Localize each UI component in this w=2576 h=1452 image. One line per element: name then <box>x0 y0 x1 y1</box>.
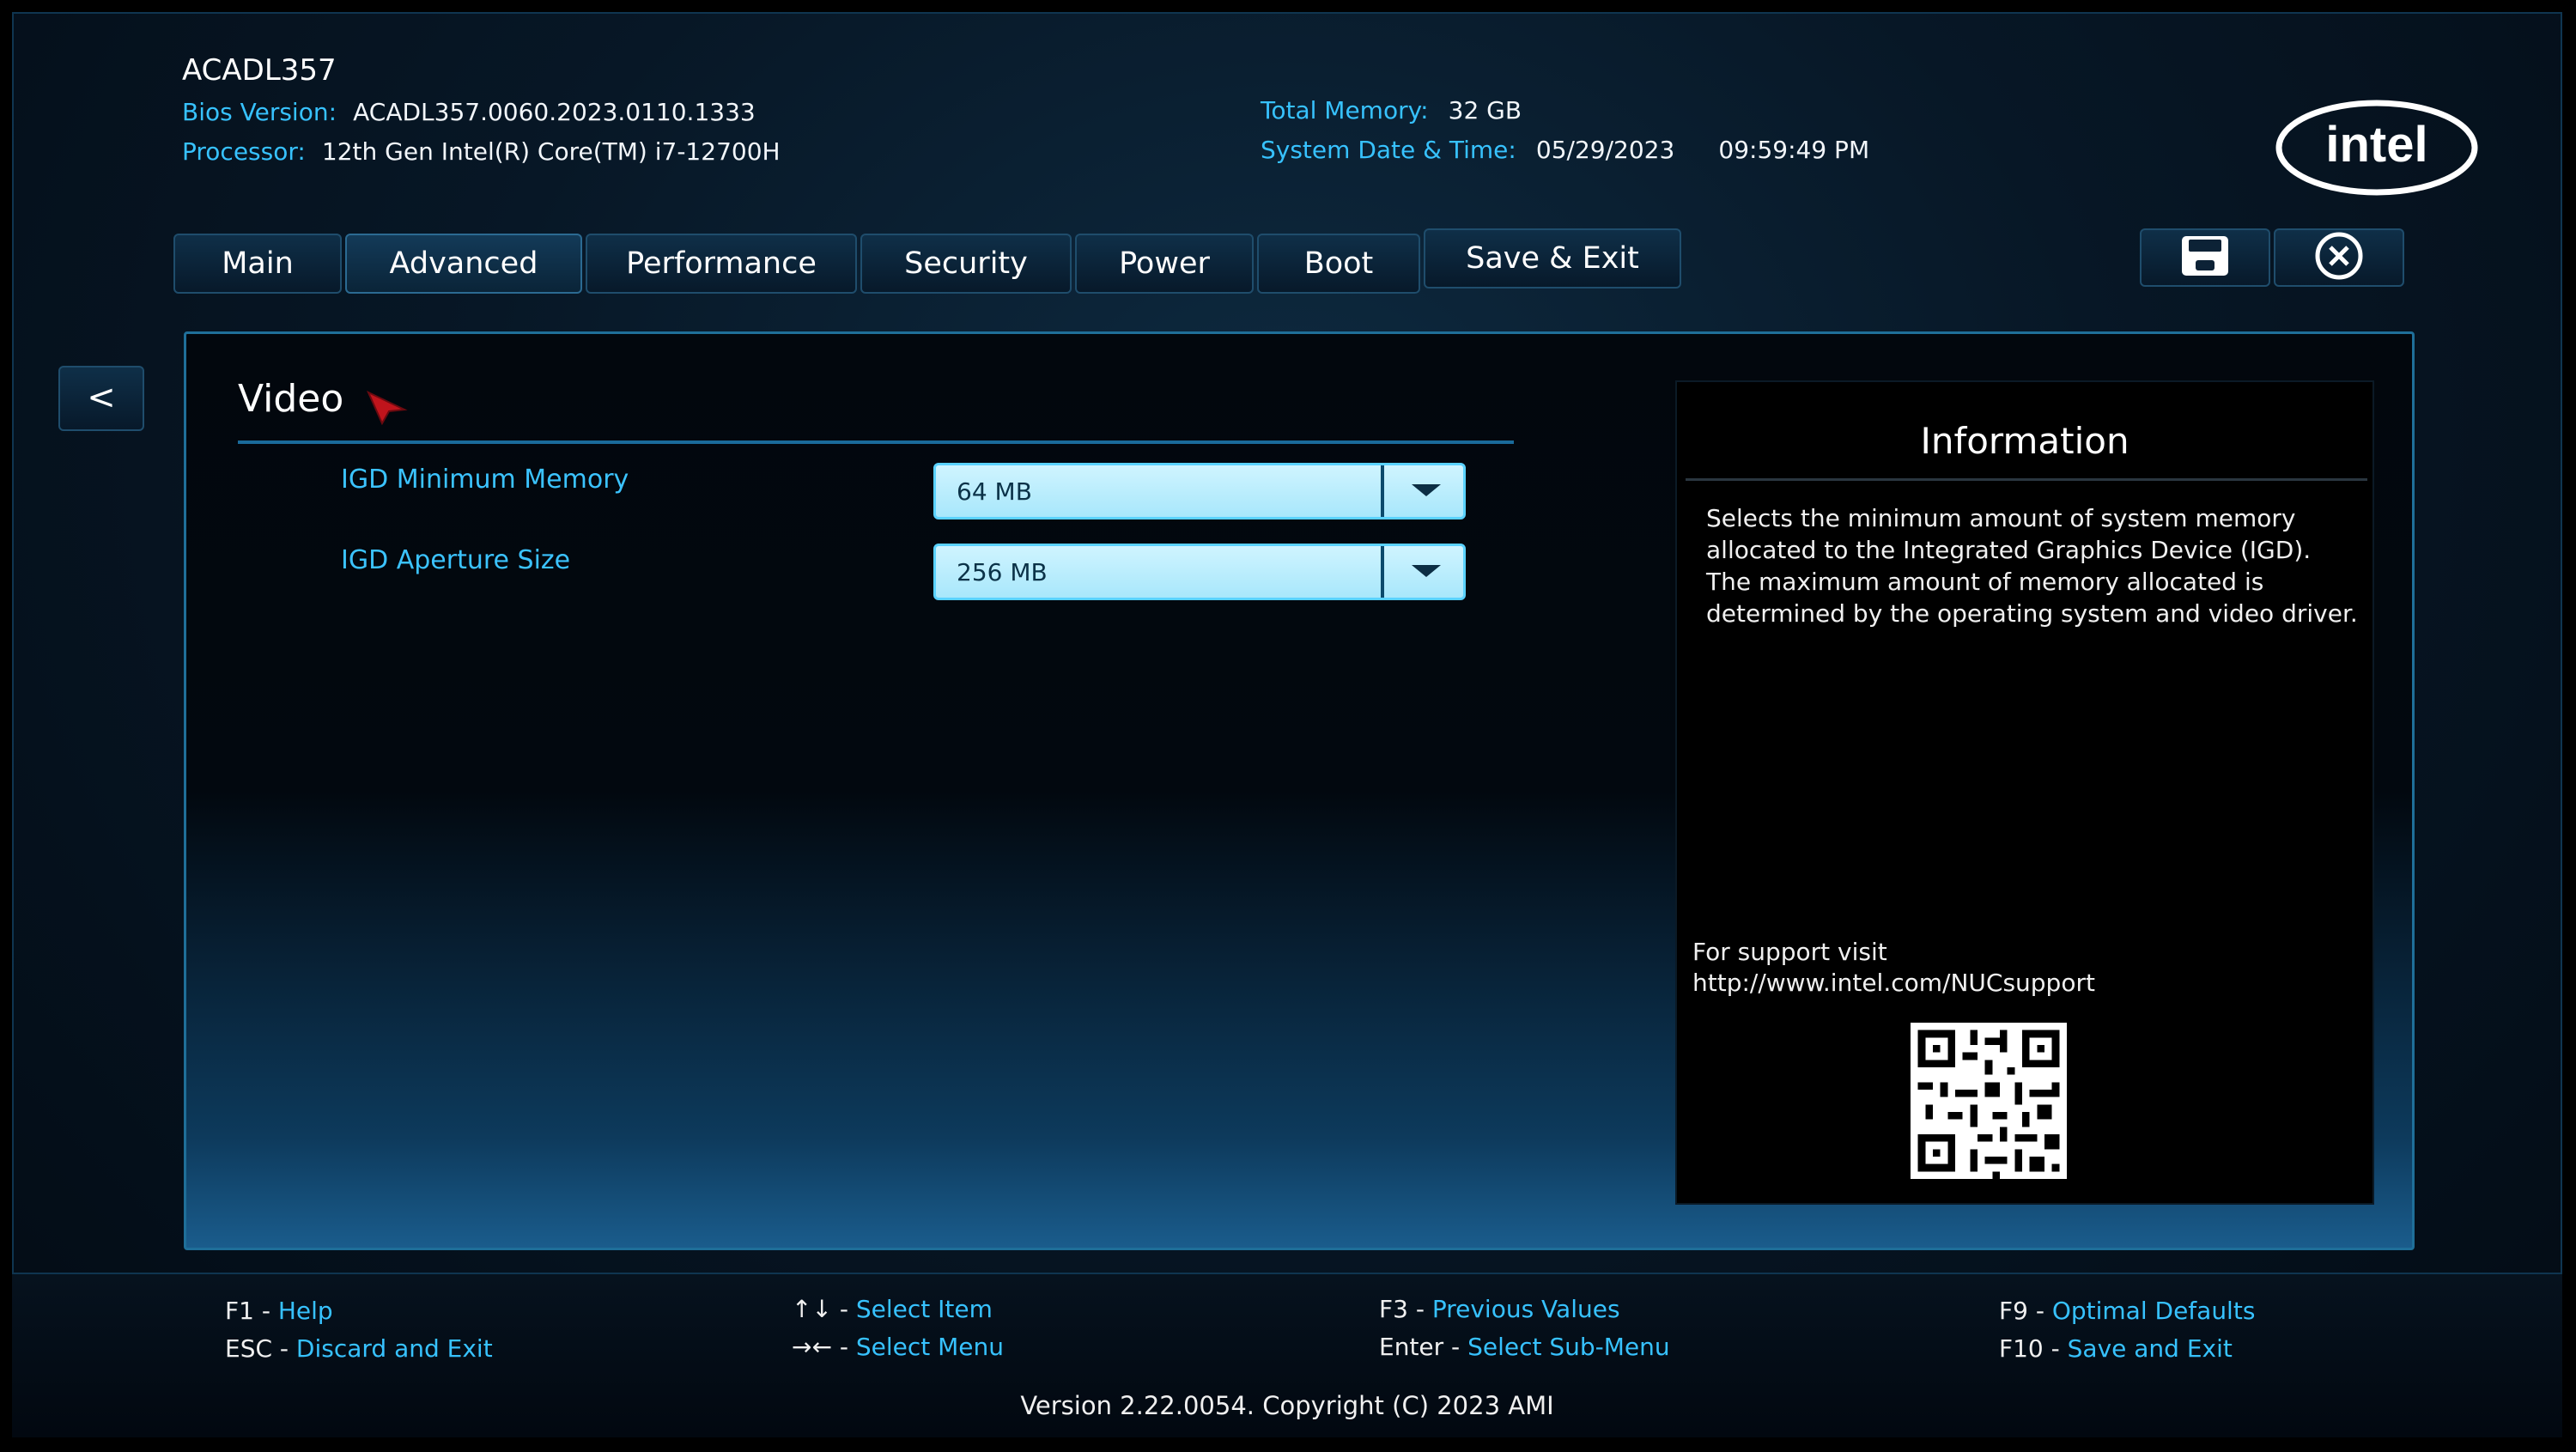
memory-value: 32 GB <box>1448 96 1522 125</box>
bios-version-value: ACADL357.0060.2023.0110.1333 <box>353 98 756 126</box>
chevron-down-icon[interactable] <box>1412 484 1441 496</box>
igd-aperture-size-dropdown[interactable]: 256 MB <box>933 544 1466 600</box>
hint-f1: F1 - Help <box>225 1297 333 1325</box>
qr-code <box>1911 1023 2067 1179</box>
save-button[interactable] <box>2140 228 2270 287</box>
back-button[interactable]: < <box>58 366 144 431</box>
igd-aperture-size-label: IGD Aperture Size <box>341 545 571 575</box>
datetime-label: System Date & Time: <box>1261 136 1516 164</box>
bios-version-row: Bios Version: ACADL357.0060.2023.0110.13… <box>182 98 756 126</box>
exit-button[interactable] <box>2274 228 2404 287</box>
section-title: Video <box>238 377 344 421</box>
tab-advanced[interactable]: Advanced <box>345 234 582 294</box>
time-value[interactable]: 09:59:49 PM <box>1718 136 1869 164</box>
datetime-row: System Date & Time: 05/29/2023 09:59:49 … <box>1261 136 1869 164</box>
information-panel: Information Selects the minimum amount o… <box>1675 380 2374 1205</box>
information-divider <box>1686 478 2367 481</box>
information-title: Information <box>1920 420 2129 462</box>
tab-save-exit[interactable]: Save & Exit <box>1424 228 1681 289</box>
dropdown-value: 64 MB <box>957 477 1032 506</box>
dropdown-divider <box>1381 465 1384 517</box>
board-name: ACADL357 <box>182 53 337 88</box>
section-divider <box>238 440 1514 444</box>
hint-select-item: ↑↓ - Select Item <box>792 1295 993 1323</box>
bios-screen: ACADL357 Bios Version: ACADL357.0060.202… <box>12 12 2562 1437</box>
save-icon <box>2180 234 2230 281</box>
information-text: Selects the minimum amount of system mem… <box>1706 504 2358 628</box>
hint-f10: F10 - Save and Exit <box>1999 1334 2233 1363</box>
hint-select-menu: →← - Select Menu <box>792 1333 1004 1361</box>
tab-security[interactable]: Security <box>860 234 1072 294</box>
tab-performance[interactable]: Performance <box>586 234 857 294</box>
hint-enter: Enter - Select Sub-Menu <box>1379 1333 1670 1361</box>
support-text: For support visit <box>1692 938 1887 966</box>
igd-minimum-memory-label: IGD Minimum Memory <box>341 465 629 495</box>
tab-power[interactable]: Power <box>1075 234 1254 294</box>
dropdown-divider <box>1381 546 1384 598</box>
intel-logo: intel <box>2274 96 2480 197</box>
tab-boot[interactable]: Boot <box>1257 234 1420 294</box>
footer: F1 - Help ESC - Discard and Exit ↑↓ - Se… <box>12 1273 2562 1437</box>
bios-version-label: Bios Version: <box>182 98 337 126</box>
support-url: http://www.intel.com/NUCsupport <box>1692 969 2095 997</box>
close-circle-icon <box>2314 231 2364 284</box>
hint-f9: F9 - Optimal Defaults <box>1999 1297 2256 1325</box>
version-text: Version 2.22.0054. Copyright (C) 2023 AM… <box>1020 1391 1554 1420</box>
hint-f3: F3 - Previous Values <box>1379 1295 1620 1323</box>
support-block: For support visit http://www.intel.com/N… <box>1692 937 2095 999</box>
memory-row: Total Memory: 32 GB <box>1261 96 1522 125</box>
processor-value: 12th Gen Intel(R) Core(TM) i7-12700H <box>321 137 781 166</box>
processor-label: Processor: <box>182 137 306 166</box>
tab-main[interactable]: Main <box>173 234 342 294</box>
igd-minimum-memory-dropdown[interactable]: 64 MB <box>933 463 1466 519</box>
memory-label: Total Memory: <box>1261 96 1429 125</box>
chevron-down-icon[interactable] <box>1412 565 1441 577</box>
dropdown-value: 256 MB <box>957 558 1048 586</box>
date-value[interactable]: 05/29/2023 <box>1536 136 1674 164</box>
svg-text:intel: intel <box>2325 117 2427 173</box>
content-panel: Video IGD Minimum Memory 64 MB IGD Apert… <box>184 331 2415 1250</box>
hint-esc: ESC - Discard and Exit <box>225 1334 493 1363</box>
processor-row: Processor: 12th Gen Intel(R) Core(TM) i7… <box>182 137 781 166</box>
mouse-cursor-icon <box>366 390 408 428</box>
